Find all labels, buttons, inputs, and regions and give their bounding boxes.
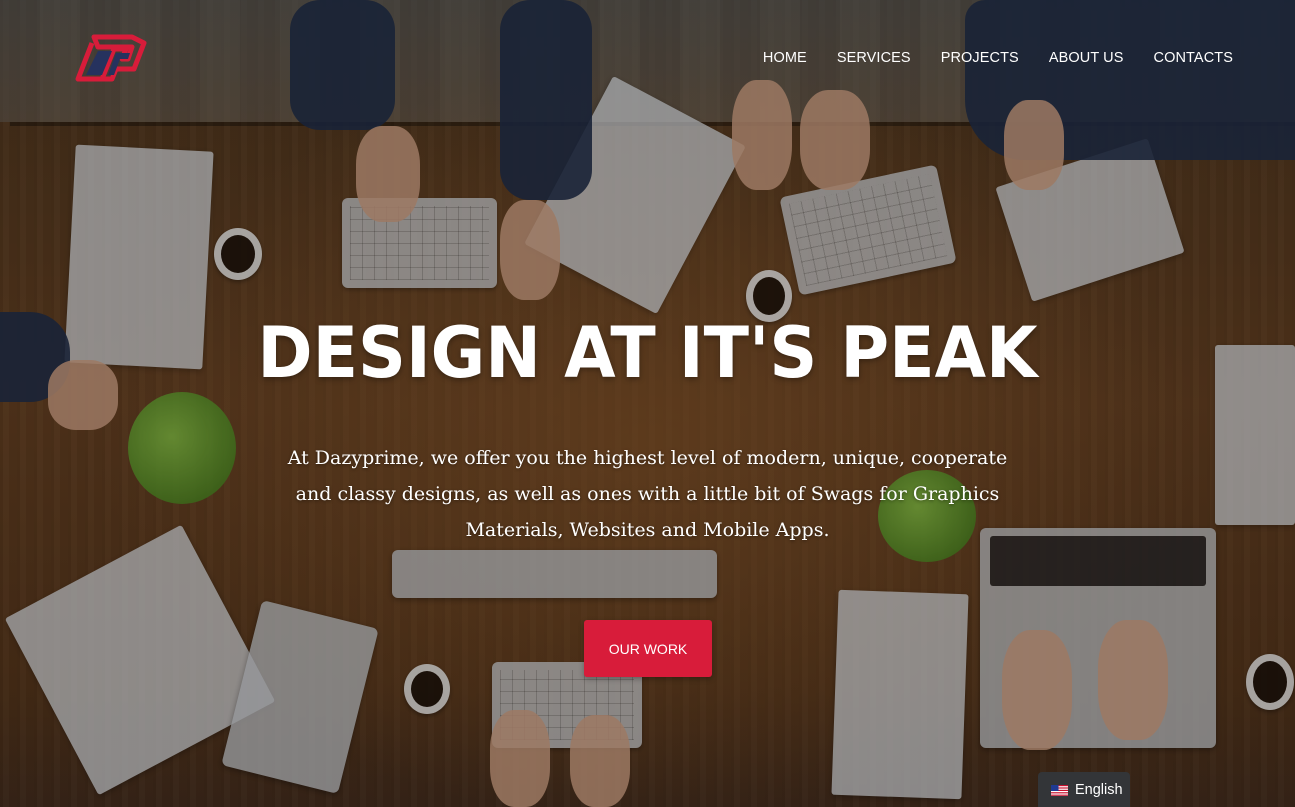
hero-subtitle: At Dazyprime, we offer you the highest l… [287, 447, 1008, 541]
nav-projects[interactable]: PROJECTS [941, 50, 1019, 66]
hero-section: HOME SERVICES PROJECTS ABOUT US CONTACTS… [0, 0, 1295, 807]
dp-logo-icon [75, 34, 147, 82]
language-label: English [1075, 781, 1123, 798]
brand-logo[interactable] [72, 33, 148, 89]
main-nav: HOME SERVICES PROJECTS ABOUT US CONTACTS [763, 50, 1233, 66]
language-selector[interactable]: English [1038, 772, 1130, 807]
nav-home[interactable]: HOME [763, 50, 807, 66]
nav-about-us[interactable]: ABOUT US [1049, 50, 1124, 66]
nav-contacts[interactable]: CONTACTS [1154, 50, 1233, 66]
dark-overlay [0, 0, 1295, 807]
hero-title: DESIGN AT IT'S PEAK [257, 312, 1038, 394]
our-work-button[interactable]: OUR WORK [584, 620, 712, 677]
nav-services[interactable]: SERVICES [837, 50, 911, 66]
us-flag-icon [1051, 784, 1068, 796]
